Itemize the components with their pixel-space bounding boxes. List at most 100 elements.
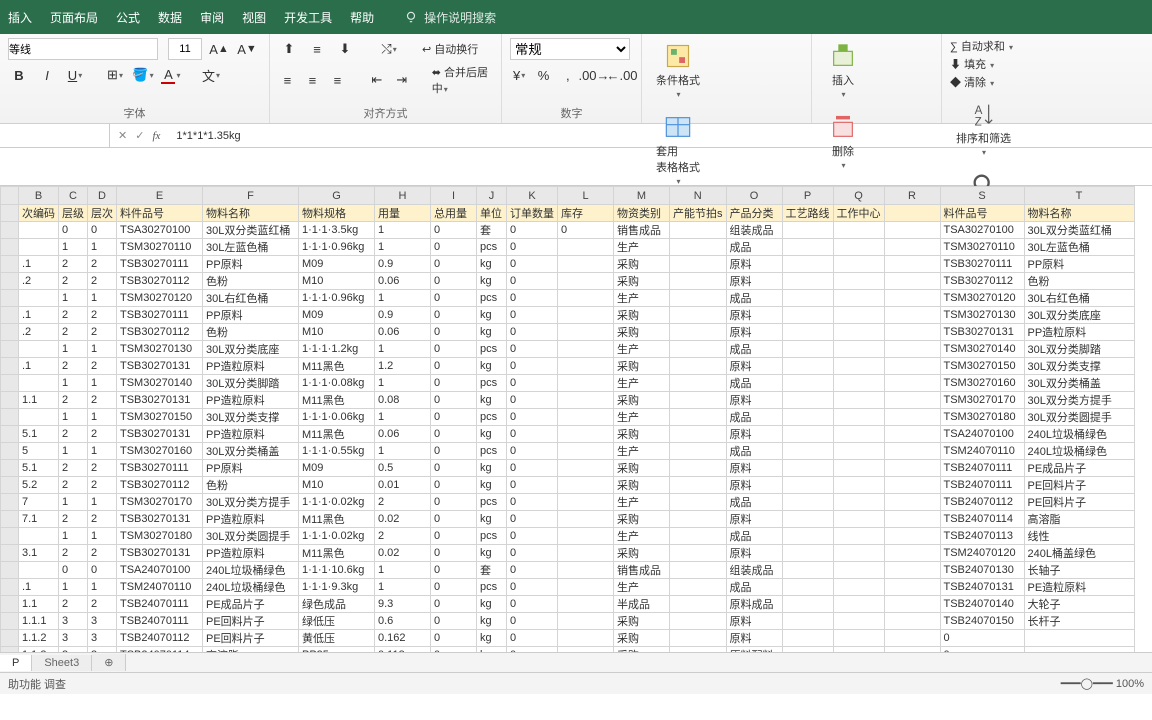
cell[interactable]: 2 (88, 460, 117, 477)
cell[interactable]: 30L双分类圆提手 (1024, 409, 1134, 426)
cell[interactable]: kg (477, 477, 507, 494)
cell[interactable]: 0 (940, 630, 1024, 647)
cell[interactable]: 0 (507, 443, 558, 460)
cell[interactable]: 0.06 (375, 324, 431, 341)
cell[interactable]: 30L双分类方提手 (203, 494, 299, 511)
cell[interactable]: 线性 (1024, 528, 1134, 545)
cell[interactable] (19, 290, 59, 307)
sort-filter-button[interactable]: AZ排序和筛选▾ (950, 96, 1017, 161)
cell[interactable] (670, 443, 727, 460)
cell[interactable]: 1 (88, 579, 117, 596)
cell[interactable]: TSM24070110 (940, 443, 1024, 460)
cell[interactable] (558, 511, 614, 528)
cell[interactable]: 2 (59, 596, 88, 613)
cell[interactable] (558, 426, 614, 443)
cell[interactable]: TSA30270100 (117, 222, 203, 239)
cell[interactable] (833, 426, 884, 443)
cell[interactable]: 0 (431, 426, 477, 443)
cell[interactable]: 1 (59, 375, 88, 392)
cell[interactable]: 1·1·1·0.96kg (299, 290, 375, 307)
cell[interactable]: 7.1 (19, 511, 59, 528)
cell[interactable] (19, 409, 59, 426)
cell[interactable] (833, 222, 884, 239)
menu-devtools[interactable]: 开发工具 (284, 9, 332, 26)
cell[interactable] (558, 290, 614, 307)
cell[interactable]: TSB24070111 (940, 460, 1024, 477)
menu-layout[interactable]: 页面布局 (50, 9, 98, 26)
col-header[interactable]: P (782, 187, 833, 205)
cell[interactable] (782, 273, 833, 290)
cell[interactable]: 1 (59, 494, 88, 511)
cell[interactable]: PP原料 (203, 460, 299, 477)
cell[interactable]: 0.06 (375, 273, 431, 290)
cell[interactable]: kg (477, 358, 507, 375)
cell[interactable] (782, 358, 833, 375)
row-header[interactable] (1, 630, 19, 647)
cell[interactable]: TSB24070112 (940, 494, 1024, 511)
col-header[interactable]: R (884, 187, 940, 205)
cell[interactable] (884, 511, 940, 528)
menu-review[interactable]: 审阅 (200, 9, 224, 26)
cell[interactable] (558, 375, 614, 392)
cell[interactable]: 0 (507, 545, 558, 562)
menu-formula[interactable]: 公式 (116, 9, 140, 26)
cell[interactable]: 1 (88, 290, 117, 307)
cell[interactable]: 生产 (614, 375, 670, 392)
cell[interactable] (782, 324, 833, 341)
cell[interactable]: 0 (431, 579, 477, 596)
row-header[interactable] (1, 460, 19, 477)
cell[interactable]: 0 (507, 239, 558, 256)
cell[interactable]: 30L双分类蓝红桶 (1024, 222, 1134, 239)
cell[interactable] (782, 647, 833, 653)
cell[interactable] (670, 477, 727, 494)
cell[interactable]: 0 (431, 307, 477, 324)
cell[interactable]: 0 (431, 324, 477, 341)
cell[interactable]: 采购 (614, 426, 670, 443)
cell[interactable]: 0 (431, 528, 477, 545)
row-header[interactable] (1, 409, 19, 426)
format-as-table-button[interactable]: 套用 表格格式▾ (650, 109, 706, 190)
cell[interactable] (670, 511, 727, 528)
cell[interactable]: 成品 (726, 443, 782, 460)
cell[interactable]: 1.1 (19, 596, 59, 613)
cell[interactable]: 原料 (726, 460, 782, 477)
cell[interactable] (833, 409, 884, 426)
cell[interactable]: 3 (59, 613, 88, 630)
cell[interactable] (782, 341, 833, 358)
cell[interactable]: M10 (299, 477, 375, 494)
cell[interactable]: M11黑色 (299, 392, 375, 409)
cell[interactable]: pcs (477, 494, 507, 511)
cell[interactable]: M11黑色 (299, 545, 375, 562)
font-size-input[interactable] (168, 38, 202, 60)
cell[interactable]: 1 (59, 528, 88, 545)
tell-me-search[interactable]: 操作说明搜索 (404, 9, 496, 26)
cell[interactable]: TSM30270160 (940, 375, 1024, 392)
cell[interactable] (884, 579, 940, 596)
cell[interactable]: TSM30270140 (940, 341, 1024, 358)
cell[interactable]: 30L双分类支撑 (203, 409, 299, 426)
cell[interactable] (884, 613, 940, 630)
cell[interactable]: 30L双分类蓝红桶 (203, 222, 299, 239)
cell[interactable]: M10 (299, 324, 375, 341)
bold-button[interactable]: B (8, 64, 30, 86)
row-header[interactable] (1, 256, 19, 273)
row-header[interactable] (1, 222, 19, 239)
cell[interactable]: .1 (19, 358, 59, 375)
cell[interactable]: M09 (299, 256, 375, 273)
row-header[interactable] (1, 273, 19, 290)
cell[interactable] (19, 341, 59, 358)
row-header[interactable] (1, 290, 19, 307)
cell[interactable] (558, 528, 614, 545)
conditional-format-button[interactable]: 条件格式▾ (650, 38, 706, 103)
cell[interactable]: 套 (477, 562, 507, 579)
cell[interactable]: 采购 (614, 545, 670, 562)
cell[interactable] (884, 324, 940, 341)
cell[interactable]: PP造粒原料 (203, 392, 299, 409)
cell[interactable]: 2 (59, 477, 88, 494)
cell[interactable] (833, 443, 884, 460)
cell[interactable]: TSB24070114 (940, 511, 1024, 528)
cell[interactable]: 1 (375, 341, 431, 358)
cell[interactable]: kg (477, 596, 507, 613)
cell[interactable] (884, 494, 940, 511)
cell[interactable] (884, 239, 940, 256)
